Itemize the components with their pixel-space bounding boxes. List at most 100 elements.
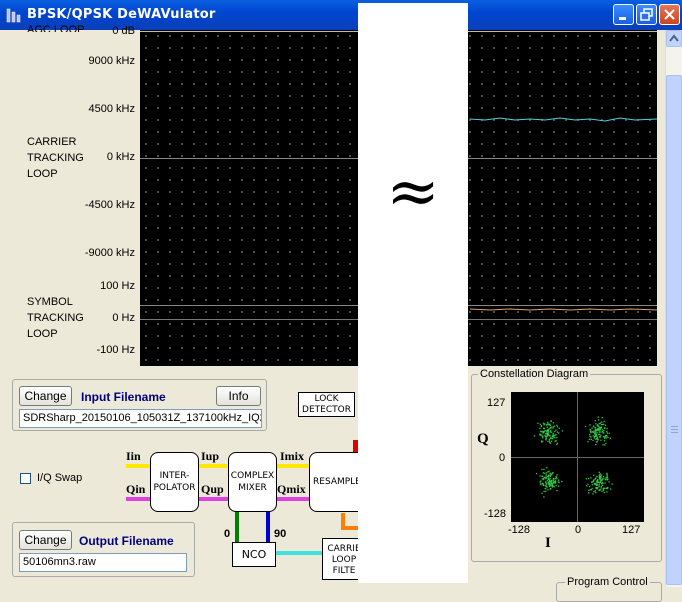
q-tick-label: -128 bbox=[484, 508, 507, 520]
carrier-tick-label: 9000 kHz bbox=[88, 55, 135, 67]
constellation-point bbox=[556, 474, 558, 476]
carrier-tick-label: -4500 kHz bbox=[84, 199, 135, 211]
constellation-point bbox=[594, 420, 596, 422]
constellation-point bbox=[600, 431, 602, 433]
carrier-tick-label: 0 kHz bbox=[106, 151, 135, 163]
constellation-point bbox=[545, 472, 548, 474]
carrier-label-line: LOOP bbox=[27, 168, 58, 180]
constellation-point bbox=[598, 471, 600, 473]
constellation-plot bbox=[511, 392, 644, 522]
constellation-point bbox=[542, 437, 544, 439]
constellation-point bbox=[584, 425, 587, 428]
constellation-point bbox=[602, 430, 604, 433]
scroll-thumb[interactable] bbox=[666, 75, 682, 585]
constellation-point bbox=[602, 476, 605, 478]
constellation-point bbox=[551, 485, 553, 487]
constellation-point bbox=[608, 432, 610, 434]
constellation-point bbox=[606, 427, 608, 430]
q-tick-label: 127 bbox=[487, 397, 506, 409]
i-tick-label: 0 bbox=[575, 524, 582, 536]
constellation-point bbox=[548, 428, 550, 430]
constellation-point bbox=[587, 483, 589, 485]
symbol-label-line: LOOP bbox=[27, 328, 58, 340]
constellation-point bbox=[596, 437, 598, 439]
constellation-point bbox=[561, 480, 563, 483]
resampler-label: RESAMPLE bbox=[313, 477, 361, 487]
constellation-point bbox=[598, 489, 600, 491]
constellation-point bbox=[596, 481, 598, 483]
constellation-point bbox=[593, 426, 595, 428]
output-change-button[interactable]: Change bbox=[19, 530, 72, 550]
minimize-button[interactable] bbox=[613, 4, 634, 25]
constellation-point bbox=[553, 481, 555, 483]
constellation-point bbox=[598, 436, 601, 438]
maximize-button[interactable] bbox=[636, 4, 657, 25]
constellation-point bbox=[601, 417, 603, 419]
constellation-point bbox=[595, 492, 597, 494]
constellation-point bbox=[556, 478, 558, 480]
nco-90-wire bbox=[266, 510, 270, 544]
constellation-point bbox=[602, 489, 605, 491]
symbol-label-line: SYMBOL bbox=[27, 296, 73, 308]
constellation-point bbox=[603, 491, 605, 494]
constellation-point bbox=[545, 474, 547, 476]
constellation-point bbox=[540, 430, 542, 432]
constellation-point bbox=[590, 432, 592, 434]
window-title: BPSK/QPSK DeWAVulator bbox=[27, 7, 216, 22]
constellation-point bbox=[598, 484, 600, 486]
constellation-point bbox=[592, 431, 595, 433]
input-change-button[interactable]: Change bbox=[19, 386, 72, 406]
constellation-point bbox=[557, 485, 560, 487]
constellation-point bbox=[549, 488, 551, 490]
constellation-point bbox=[547, 424, 549, 426]
constellation-point bbox=[606, 430, 608, 433]
constellation-point bbox=[548, 431, 550, 433]
close-button[interactable] bbox=[659, 4, 680, 25]
constellation-point bbox=[545, 484, 547, 486]
constellation-point bbox=[604, 424, 607, 426]
constellation-point bbox=[547, 440, 549, 443]
constellation-point bbox=[598, 475, 600, 477]
constellation-point bbox=[533, 435, 536, 437]
constellation-point bbox=[598, 423, 600, 425]
constellation-point bbox=[597, 479, 599, 481]
constellation-point bbox=[550, 427, 552, 429]
constellation-point bbox=[593, 430, 595, 432]
constellation-point bbox=[550, 426, 552, 428]
qmix-signal-label: Qmix bbox=[277, 482, 306, 496]
constellation-point bbox=[595, 488, 598, 490]
constellation-point bbox=[543, 496, 545, 498]
complex-mixer-line: COMPLEX bbox=[230, 471, 275, 481]
constellation-point bbox=[550, 429, 552, 432]
approx-symbol: ≈ bbox=[386, 155, 440, 229]
constellation-point bbox=[597, 484, 599, 486]
constellation-point bbox=[603, 440, 606, 442]
vertical-scrollbar[interactable] bbox=[665, 30, 682, 587]
constellation-point bbox=[552, 427, 554, 429]
constellation-point bbox=[537, 422, 539, 424]
constellation-point bbox=[593, 479, 595, 481]
carrier-label-line: TRACKING bbox=[27, 152, 84, 164]
constellation-point bbox=[555, 434, 557, 436]
zero-phase-label: 0 bbox=[224, 528, 231, 540]
output-filename-field[interactable]: 50106mn3.raw bbox=[19, 553, 187, 572]
input-filename-field[interactable]: SDRSharp_20150106_105031Z_137100kHz_IQ2 bbox=[19, 409, 262, 428]
constellation-point bbox=[604, 427, 606, 429]
constellation-point bbox=[547, 481, 549, 483]
scroll-up-button[interactable] bbox=[666, 30, 682, 47]
iq-swap-checkbox[interactable] bbox=[20, 473, 31, 484]
constellation-point bbox=[542, 483, 544, 486]
constellation-point bbox=[610, 488, 612, 490]
constellation-point bbox=[601, 421, 603, 423]
constellation-point bbox=[594, 490, 596, 492]
minimize-icon bbox=[619, 17, 626, 20]
constellation-point bbox=[554, 480, 557, 482]
info-button[interactable]: Info bbox=[216, 386, 261, 406]
constellation-point bbox=[593, 474, 595, 476]
constellation-point bbox=[546, 475, 549, 477]
constellation-point bbox=[556, 442, 559, 444]
constellation-point bbox=[545, 490, 547, 492]
constellation-point bbox=[607, 436, 609, 439]
constellation-point bbox=[544, 429, 546, 432]
constellation-point bbox=[545, 476, 547, 478]
